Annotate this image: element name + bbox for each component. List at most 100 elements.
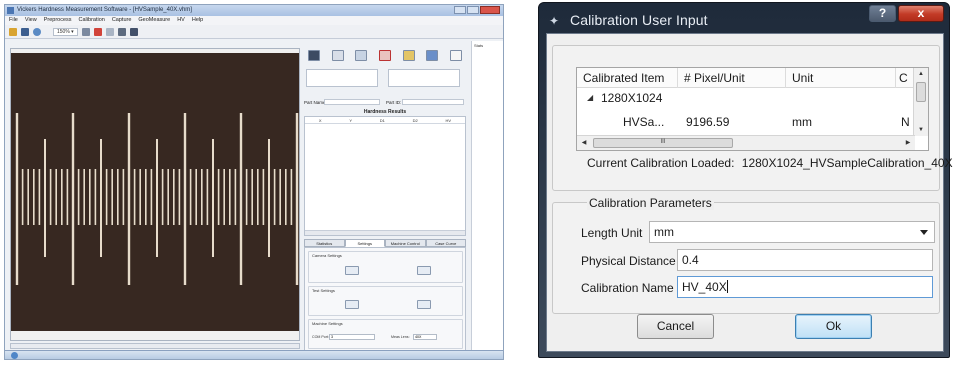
expand-arrow-icon[interactable]: ◢ xyxy=(587,88,593,108)
panel-tabs: Statistics Settings Machine Control Case… xyxy=(304,239,466,247)
calibration-dialog: ✦ Calibration User Input ? x Calibrated … xyxy=(538,2,953,358)
horizontal-scroll-thumb[interactable]: III xyxy=(593,138,733,148)
cancel-button[interactable]: Cancel xyxy=(637,314,714,339)
machine-settings-group: Machine Settings COM Port: 3 Meas Lens: … xyxy=(308,319,463,349)
scroll-right-icon[interactable]: ▶ xyxy=(901,136,915,150)
length-unit-select[interactable]: mm xyxy=(649,221,935,243)
col-x: X xyxy=(318,118,322,123)
test-settings-button[interactable] xyxy=(345,300,359,309)
tab-case-curve[interactable]: Case Curve xyxy=(425,239,466,247)
machine-settings-title: Machine Settings xyxy=(312,321,343,326)
move-icon[interactable] xyxy=(355,49,368,61)
col-calibrated-item[interactable]: Calibrated Item xyxy=(577,68,678,88)
dialog-title: Calibration User Input xyxy=(570,12,708,28)
calibration-scale-image[interactable] xyxy=(11,53,299,331)
text-tool-icon[interactable] xyxy=(93,27,102,36)
col-hv: HV xyxy=(445,118,452,123)
settings-panel: Camera Settings Test Settings Machine Se… xyxy=(304,247,466,353)
viewport-horizontal-scrollbar[interactable] xyxy=(10,343,300,349)
chevron-down-icon[interactable] xyxy=(920,230,928,235)
hardness-results-heading: Hardness Results xyxy=(363,109,407,115)
part-name-input[interactable] xyxy=(324,99,380,105)
scroll-up-icon[interactable]: ▲ xyxy=(914,68,928,80)
table-row[interactable]: HVSa... 9196.59 mm N xyxy=(577,108,915,136)
grid-tool-icon[interactable] xyxy=(105,27,114,36)
main-app-window: Vickers Hardness Measurement Software - … xyxy=(4,4,504,360)
camera-live-button[interactable] xyxy=(417,266,431,275)
camera-settings-title: Camera Settings xyxy=(312,253,342,258)
image-tool-icon[interactable] xyxy=(129,27,138,36)
tab-statistics[interactable]: Statistics xyxy=(304,239,345,247)
menu-file[interactable]: File xyxy=(9,16,18,25)
menu-view[interactable]: View xyxy=(25,16,37,25)
hardness-results-table[interactable]: X Y D1 D2 HV xyxy=(304,116,466,236)
scroll-left-icon[interactable]: ◀ xyxy=(577,136,591,150)
tab-settings[interactable]: Settings xyxy=(344,239,385,247)
capture-icon[interactable] xyxy=(307,49,320,61)
calibration-parameters-title: Calibration Parameters xyxy=(587,196,714,210)
calibration-name-input[interactable]: HV_40X xyxy=(677,276,933,298)
start-button-icon[interactable] xyxy=(11,352,18,359)
row-pixel-per-unit: 9196.59 xyxy=(686,115,730,129)
part-id-label: Part ID: xyxy=(386,100,402,105)
scroll-down-icon[interactable]: ▼ xyxy=(914,124,928,136)
dialog-body: Calibrated Item # Pixel/Unit Unit C ◢ 12… xyxy=(546,33,953,352)
folder-icon[interactable] xyxy=(402,49,415,61)
hardness-table-scrollbar[interactable] xyxy=(305,230,465,235)
tree-group-row[interactable]: ◢ 1280X1024 xyxy=(577,88,915,108)
close-button[interactable]: x xyxy=(898,5,944,22)
col-d2: D2 xyxy=(412,118,418,123)
camera-icon[interactable] xyxy=(33,27,41,36)
app-title: Vickers Hardness Measurement Software - … xyxy=(17,7,192,13)
col-pixel-per-unit[interactable]: # Pixel/Unit xyxy=(678,68,786,88)
part-id-input[interactable] xyxy=(402,99,464,105)
zoom-select[interactable]: 150% ▾ xyxy=(53,27,78,36)
ok-button[interactable]: Ok xyxy=(795,314,872,339)
zoom-tool-icon[interactable] xyxy=(81,27,90,36)
check-icon[interactable] xyxy=(426,49,439,61)
readout-box-left xyxy=(306,69,378,87)
com-port-select[interactable]: 3 xyxy=(329,334,375,340)
physical-distance-input[interactable]: 0.4 xyxy=(677,249,933,271)
calibration-name-value: HV_40X xyxy=(682,280,727,294)
delete-icon[interactable] xyxy=(378,49,391,61)
current-calibration-text: Current Calibration Loaded: 1280X1024_HV… xyxy=(587,156,953,170)
right-control-panel: Part Name: Part ID: Hardness Results X Y… xyxy=(302,41,468,356)
app-close-button[interactable] xyxy=(480,6,500,14)
col-unit[interactable]: Unit xyxy=(786,68,896,88)
image-viewport[interactable] xyxy=(10,48,300,341)
crosshair-tool-icon[interactable] xyxy=(117,27,126,36)
row-unit: mm xyxy=(792,115,812,129)
menu-help[interactable]: Help xyxy=(192,16,203,25)
menu-hv[interactable]: HV xyxy=(177,16,185,25)
open-folder-icon[interactable] xyxy=(9,27,17,36)
menu-calibration[interactable]: Calibration xyxy=(79,16,105,25)
side-stats-label: Stats xyxy=(474,43,484,48)
blank-icon[interactable] xyxy=(450,49,463,61)
tree-group-label: 1280X1024 xyxy=(601,91,663,105)
physical-distance-value: 0.4 xyxy=(682,253,699,267)
length-unit-value: mm xyxy=(654,225,674,239)
menu-geomeasure[interactable]: GeoMeasure xyxy=(138,16,170,25)
app-maximize-button[interactable] xyxy=(467,6,479,14)
current-calibration-label: Current Calibration Loaded: xyxy=(587,156,735,170)
test-config-button[interactable] xyxy=(417,300,431,309)
app-minimize-button[interactable] xyxy=(454,6,466,14)
tab-machine-control[interactable]: Machine Control xyxy=(385,239,426,247)
test-settings-group: Test Settings xyxy=(308,286,463,316)
vertical-scroll-thumb[interactable] xyxy=(916,82,926,102)
menu-capture[interactable]: Capture xyxy=(112,16,132,25)
length-unit-label: Length Unit xyxy=(581,226,643,240)
tree-horizontal-scrollbar[interactable]: ◀ III ▶ xyxy=(577,135,915,150)
help-button[interactable]: ? xyxy=(869,5,896,22)
measure-icon[interactable] xyxy=(331,49,344,61)
side-stats-pane: Stats xyxy=(471,41,503,356)
save-icon[interactable] xyxy=(21,27,29,36)
dialog-app-icon: ✦ xyxy=(548,14,560,28)
tree-vertical-scrollbar[interactable]: ▲ ▼ xyxy=(913,68,928,136)
calibration-tree-table[interactable]: Calibrated Item # Pixel/Unit Unit C ◢ 12… xyxy=(576,67,929,151)
app-title-bar: Vickers Hardness Measurement Software - … xyxy=(5,5,503,16)
camera-settings-button[interactable] xyxy=(345,266,359,275)
meas-lens-select[interactable]: 40X xyxy=(413,334,437,340)
menu-preprocess[interactable]: Preprocess xyxy=(44,16,72,25)
